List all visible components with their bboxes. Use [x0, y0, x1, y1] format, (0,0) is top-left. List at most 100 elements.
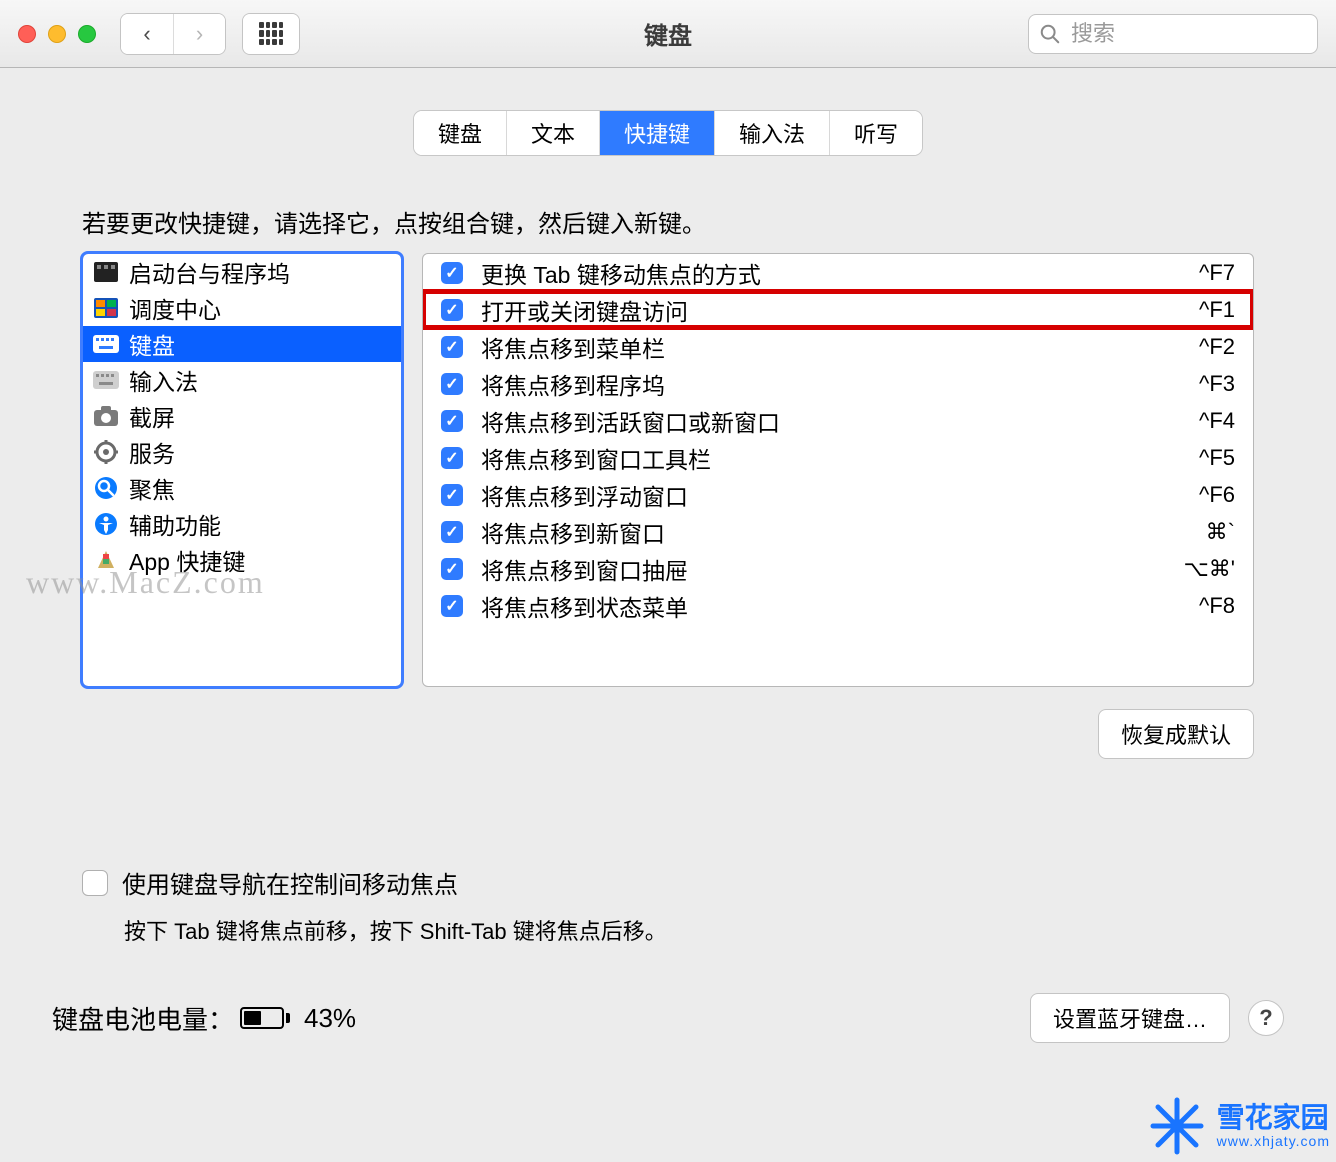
grid-icon — [259, 22, 283, 46]
shortcut-key: ^F5 — [1199, 445, 1235, 471]
shortcut-row[interactable]: ✓ 将焦点移到程序坞 ^F3 — [423, 365, 1253, 402]
instruction-text: 若要更改快捷键，请选择它，点按组合键，然后键入新键。 — [82, 204, 1336, 239]
shortcut-checkbox[interactable]: ✓ — [441, 447, 463, 469]
shortcut-row[interactable]: ✓ 更换 Tab 键移动焦点的方式 ^F7 — [423, 254, 1253, 291]
zoom-window-icon[interactable] — [78, 25, 96, 43]
restore-defaults-button[interactable]: 恢复成默认 — [1098, 709, 1254, 759]
app-icon — [93, 549, 119, 571]
shortcut-key: ⌘` — [1206, 519, 1235, 545]
tab-1[interactable]: 文本 — [506, 111, 599, 155]
category-label: 启动台与程序坞 — [129, 255, 290, 289]
shortcut-key: ^F3 — [1199, 371, 1235, 397]
keyboard-nav-label: 使用键盘导航在控制间移动焦点 — [122, 865, 458, 900]
category-row[interactable]: 键盘 — [83, 326, 401, 362]
chevron-left-icon: ‹ — [143, 21, 150, 47]
category-label: App 快捷键 — [129, 543, 245, 577]
shortcut-label: 将焦点移到窗口工具栏 — [481, 441, 1181, 475]
category-row[interactable]: 聚焦 — [83, 470, 401, 506]
shortcut-key: ^F8 — [1199, 593, 1235, 619]
category-row[interactable]: 输入法 — [83, 362, 401, 398]
input-icon — [93, 369, 119, 391]
shortcut-label: 将焦点移到新窗口 — [481, 515, 1188, 549]
category-row[interactable]: 调度中心 — [83, 290, 401, 326]
shortcut-label: 更换 Tab 键移动焦点的方式 — [481, 256, 1181, 290]
shortcut-key: ^F1 — [1199, 297, 1235, 323]
shortcut-checkbox[interactable]: ✓ — [441, 558, 463, 580]
keyboard-navigation-option: 使用键盘导航在控制间移动焦点 按下 Tab 键将焦点前移，按下 Shift-Ta… — [82, 865, 667, 946]
battery-label: 键盘电池电量： — [52, 1000, 234, 1037]
search-input[interactable] — [1069, 20, 1336, 48]
search-field[interactable] — [1028, 14, 1318, 54]
keyboard-nav-checkbox[interactable] — [82, 870, 108, 896]
shortcut-key: ^F6 — [1199, 482, 1235, 508]
battery-percent: 43% — [304, 1003, 356, 1034]
category-label: 输入法 — [129, 363, 198, 397]
shortcut-row[interactable]: ✓将焦点移到活跃窗口或新窗口^F4 — [423, 402, 1253, 439]
forward-button[interactable]: › — [173, 14, 225, 54]
camera-icon — [93, 405, 119, 427]
category-label: 服务 — [129, 435, 175, 469]
shortcut-row[interactable]: ✓ 将焦点移到窗口工具栏 ^F5 — [423, 439, 1253, 476]
tab-2[interactable]: 快捷键 — [599, 111, 714, 155]
category-row[interactable]: 启动台与程序坞 — [83, 254, 401, 290]
shortcut-key: ^F2 — [1199, 334, 1235, 360]
category-label: 截屏 — [129, 399, 175, 433]
back-button[interactable]: ‹ — [121, 14, 173, 54]
shortcut-key: ^F4 — [1199, 408, 1235, 434]
shortcut-checkbox[interactable]: ✓ — [441, 373, 463, 395]
show-all-prefs-button[interactable] — [242, 13, 300, 55]
nav-back-forward: ‹ › — [120, 13, 226, 55]
spotlight-icon — [93, 477, 119, 499]
shortcut-label: 将焦点移到状态菜单 — [481, 589, 1181, 623]
shortcut-row[interactable]: ✓ 将焦点移到浮动窗口 ^F6 — [423, 476, 1253, 513]
shortcut-row[interactable]: ✓打开或关闭键盘访问^F1 — [423, 291, 1253, 328]
launchpad-icon — [93, 261, 119, 283]
window-controls — [18, 25, 96, 43]
chevron-right-icon: › — [196, 21, 203, 47]
shortcut-row[interactable]: ✓ 将焦点移到窗口抽屉 ⌥⌘' — [423, 550, 1253, 587]
a11y-icon — [93, 513, 119, 535]
shortcut-label: 将焦点移到菜单栏 — [481, 330, 1181, 364]
battery-row: 键盘电池电量： 43% 设置蓝牙键盘… ? — [52, 993, 1284, 1043]
shortcut-checkbox[interactable]: ✓ — [441, 595, 463, 617]
shortcut-checkbox[interactable]: ✓ — [441, 336, 463, 358]
shortcut-checkbox[interactable]: ✓ — [441, 410, 463, 432]
close-window-icon[interactable] — [18, 25, 36, 43]
shortcut-key: ⌥⌘' — [1183, 556, 1235, 582]
mission-icon — [93, 297, 119, 319]
minimize-window-icon[interactable] — [48, 25, 66, 43]
keyboard-icon — [93, 333, 119, 355]
shortcut-checkbox[interactable]: ✓ — [441, 521, 463, 543]
category-row[interactable]: 辅助功能 — [83, 506, 401, 542]
shortcut-key: ^F7 — [1199, 260, 1235, 286]
bluetooth-keyboard-button[interactable]: 设置蓝牙键盘… — [1030, 993, 1230, 1043]
help-button[interactable]: ? — [1248, 1000, 1284, 1036]
battery-icon — [240, 1007, 290, 1029]
category-label: 聚焦 — [129, 471, 175, 505]
category-label: 辅助功能 — [129, 507, 221, 541]
window-title: 键盘 — [644, 16, 692, 51]
keyboard-nav-hint: 按下 Tab 键将焦点前移，按下 Shift-Tab 键将焦点后移。 — [124, 914, 667, 946]
category-list[interactable]: 启动台与程序坞调度中心键盘输入法截屏服务聚焦辅助功能App 快捷键 — [82, 253, 402, 687]
category-label: 调度中心 — [129, 291, 221, 325]
shortcut-checkbox[interactable]: ✓ — [441, 484, 463, 506]
shortcut-row[interactable]: ✓ 将焦点移到状态菜单 ^F8 — [423, 587, 1253, 624]
tab-0[interactable]: 键盘 — [414, 111, 506, 155]
category-row[interactable]: 服务 — [83, 434, 401, 470]
shortcut-label: 将焦点移到程序坞 — [481, 367, 1181, 401]
window-toolbar: ‹ › 键盘 — [0, 0, 1336, 68]
gear-icon — [93, 441, 119, 463]
search-icon — [1039, 23, 1061, 45]
category-row[interactable]: 截屏 — [83, 398, 401, 434]
shortcut-label: 将焦点移到浮动窗口 — [481, 478, 1181, 512]
tab-bar: 键盘文本快捷键输入法听写 — [413, 110, 923, 156]
shortcut-row[interactable]: ✓ 将焦点移到新窗口 ⌘` — [423, 513, 1253, 550]
category-row[interactable]: App 快捷键 — [83, 542, 401, 578]
tab-4[interactable]: 听写 — [829, 111, 922, 155]
tab-3[interactable]: 输入法 — [714, 111, 829, 155]
shortcut-checkbox[interactable]: ✓ — [441, 262, 463, 284]
shortcut-checkbox[interactable]: ✓ — [441, 299, 463, 321]
shortcut-list[interactable]: ✓更换 Tab 键移动焦点的方式^F7✓打开或关闭键盘访问^F1✓将焦点移到菜单… — [422, 253, 1254, 687]
shortcut-row[interactable]: ✓ 将焦点移到菜单栏 ^F2 — [423, 328, 1253, 365]
shortcut-label: 将焦点移到窗口抽屉 — [481, 552, 1165, 586]
